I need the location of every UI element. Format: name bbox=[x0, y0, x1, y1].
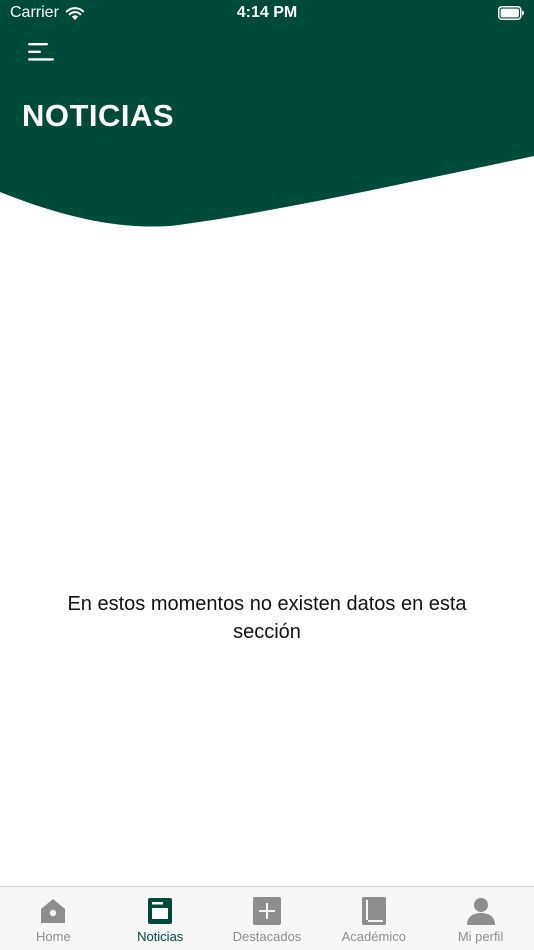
book-icon bbox=[361, 897, 386, 925]
tab-bar: Home Noticias Destacados Académico Mi pe… bbox=[0, 886, 534, 950]
news-icon bbox=[148, 898, 173, 924]
plus-box-icon bbox=[252, 897, 281, 925]
empty-state-message: En estos momentos no existen datos en es… bbox=[67, 593, 467, 643]
tab-destacados-label: Destacados bbox=[232, 929, 302, 944]
tab-academico-label: Académico bbox=[341, 929, 406, 944]
hamburger-menu-icon bbox=[28, 43, 54, 61]
home-icon bbox=[41, 899, 66, 923]
tab-mi-perfil-label: Mi perfil bbox=[457, 929, 504, 944]
status-bar: Carrier 4:14 PM bbox=[0, 0, 534, 28]
battery-icon bbox=[498, 6, 524, 20]
tab-noticias[interactable]: Noticias bbox=[107, 887, 214, 950]
tab-home[interactable]: Home bbox=[0, 887, 107, 950]
tab-noticias-label: Noticias bbox=[137, 929, 184, 944]
status-time: 4:14 PM bbox=[236, 4, 298, 21]
tab-home-label: Home bbox=[36, 929, 71, 944]
tab-mi-perfil[interactable]: Mi perfil bbox=[427, 887, 534, 950]
tab-destacados[interactable]: Destacados bbox=[214, 887, 321, 950]
page-title: NOTICIAS bbox=[22, 98, 175, 133]
person-icon bbox=[466, 898, 495, 925]
tab-academico[interactable]: Académico bbox=[320, 887, 427, 950]
menu-button[interactable] bbox=[22, 36, 58, 68]
